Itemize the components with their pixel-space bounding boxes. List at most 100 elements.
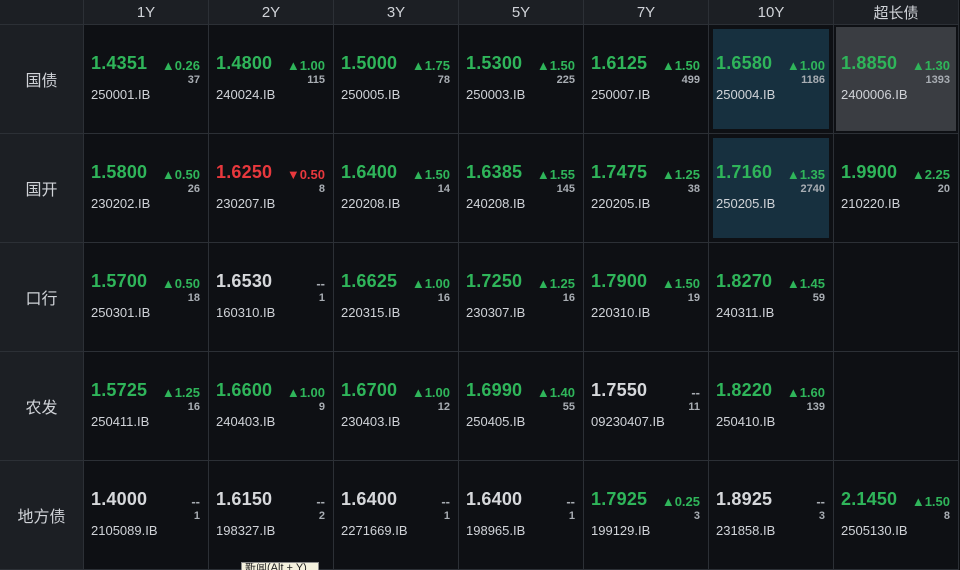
column-header-2y[interactable]: 2Y (209, 0, 334, 25)
quote-cell[interactable]: 1.5700 ▲0.50 18 250301.IB (84, 243, 209, 352)
quote-cell[interactable]: 1.7160 ▲1.35 2740 250205.IB (709, 134, 834, 243)
yield-rate: 1.7900 (591, 271, 648, 291)
yield-rate: 1.6400 (341, 489, 398, 509)
trade-count: 145 (556, 183, 575, 195)
quote-cell[interactable]: 1.8925 -- 3 231858.IB (709, 461, 834, 570)
bond-code: 250410.IB (716, 414, 776, 429)
quote-cell[interactable]: 1.6150 -- 2 198327.IB (209, 461, 334, 570)
quote-cell[interactable]: 1.6400 -- 1 198965.IB (459, 461, 584, 570)
tooltip: 新闻(Alt + Y) (241, 562, 319, 570)
row-header[interactable]: 农发 (0, 352, 84, 461)
quote-cell[interactable]: 1.6125 ▲1.50 499 250007.IB (584, 25, 709, 134)
column-header-7y[interactable]: 7Y (584, 0, 709, 25)
yield-change: ▲0.26 (161, 58, 200, 73)
yield-rate: 1.6625 (341, 271, 398, 291)
quote-cell[interactable]: 1.6625 ▲1.00 16 220315.IB (334, 243, 459, 352)
yield-rate: 1.6580 (716, 53, 773, 73)
column-header-3y[interactable]: 3Y (334, 0, 459, 25)
quote-cell[interactable]: 1.4800 ▲1.00 115 240024.IB (209, 25, 334, 134)
yield-change: ▲1.75 (411, 58, 450, 73)
yield-rate: 1.6250 (216, 162, 273, 182)
yield-change: ▲1.00 (786, 58, 825, 73)
quote-cell[interactable]: 1.7475 ▲1.25 38 220205.IB (584, 134, 709, 243)
bond-code: 230202.IB (91, 196, 151, 211)
quote-cell[interactable]: 1.8850 ▲1.30 1393 2400006.IB (834, 25, 959, 134)
yield-change: ▲1.00 (286, 385, 325, 400)
bond-code: 250411.IB (91, 414, 150, 429)
quote-cell[interactable]: 1.6250 ▼0.50 8 230207.IB (209, 134, 334, 243)
bond-code: 2105089.IB (91, 523, 158, 538)
yield-change: ▲1.25 (661, 167, 700, 182)
yield-change: ▲1.30 (911, 58, 950, 73)
quote-cell[interactable]: 1.4351 ▲0.26 37 250001.IB (84, 25, 209, 134)
bond-code: 2400006.IB (841, 87, 908, 102)
yield-change: ▲0.50 (161, 276, 200, 291)
yield-change: ▲1.00 (411, 276, 450, 291)
yield-change: ▲1.25 (536, 276, 575, 291)
yield-change: -- (316, 494, 325, 509)
quote-cell[interactable]: 1.8220 ▲1.60 139 250410.IB (709, 352, 834, 461)
bond-code: 2505130.IB (841, 523, 908, 538)
quote-cell[interactable]: 1.7900 ▲1.50 19 220310.IB (584, 243, 709, 352)
quote-cell[interactable]: 1.6600 ▲1.00 9 240403.IB (209, 352, 334, 461)
yield-change: ▲2.25 (911, 167, 950, 182)
trade-count: 37 (187, 74, 200, 86)
bond-code: 160310.IB (216, 305, 276, 320)
column-header-5y[interactable]: 5Y (459, 0, 584, 25)
yield-change: -- (316, 276, 325, 291)
quote-cell[interactable]: 1.5000 ▲1.75 78 250005.IB (334, 25, 459, 134)
yield-rate: 1.7160 (716, 162, 773, 182)
yield-rate: 1.5300 (466, 53, 523, 73)
yield-change: -- (441, 494, 450, 509)
bond-code: 210220.IB (841, 196, 901, 211)
quote-cell[interactable]: 1.6400 -- 1 2271669.IB (334, 461, 459, 570)
column-header-1y[interactable]: 1Y (84, 0, 209, 25)
yield-change: ▲1.45 (786, 276, 825, 291)
quote-cell[interactable]: 1.5800 ▲0.50 26 230202.IB (84, 134, 209, 243)
quote-cell[interactable]: 1.6990 ▲1.40 55 250405.IB (459, 352, 584, 461)
row-header[interactable]: 国债 (0, 25, 84, 134)
yield-change: ▲1.60 (786, 385, 825, 400)
yield-rate: 2.1450 (841, 489, 898, 509)
quote-cell[interactable]: 1.8270 ▲1.45 59 240311.IB (709, 243, 834, 352)
quote-cell[interactable]: 1.7250 ▲1.25 16 230307.IB (459, 243, 584, 352)
yield-rate: 1.7475 (591, 162, 648, 182)
quote-cell[interactable]: 1.5300 ▲1.50 225 250003.IB (459, 25, 584, 134)
column-header-ultra-long[interactable]: 超长债 (834, 0, 959, 25)
trade-count: 38 (687, 183, 700, 195)
bond-code: 250004.IB (716, 87, 776, 102)
trade-count: 1 (568, 510, 575, 522)
bond-code: 2271669.IB (341, 523, 408, 538)
bond-code: 250005.IB (341, 87, 401, 102)
trade-count: 1 (318, 292, 325, 304)
row-header[interactable]: 地方债 (0, 461, 84, 570)
quote-cell[interactable]: 1.9900 ▲2.25 20 210220.IB (834, 134, 959, 243)
yield-change: ▲1.25 (161, 385, 200, 400)
yield-rate: 1.6530 (216, 271, 273, 291)
yield-rate: 1.4000 (91, 489, 148, 509)
bond-code: 230207.IB (216, 196, 276, 211)
trade-count: 1393 (925, 74, 950, 86)
quote-cell[interactable]: 1.6580 ▲1.00 1186 250004.IB (709, 25, 834, 134)
yield-change: -- (191, 494, 200, 509)
trade-count: 16 (562, 292, 575, 304)
row-header[interactable]: 口行 (0, 243, 84, 352)
quote-cell[interactable]: 1.4000 -- 1 2105089.IB (84, 461, 209, 570)
row-header[interactable]: 国开 (0, 134, 84, 243)
quote-cell[interactable]: 1.6700 ▲1.00 12 230403.IB (334, 352, 459, 461)
column-header-10y[interactable]: 10Y (709, 0, 834, 25)
quote-cell[interactable]: 1.6530 -- 1 160310.IB (209, 243, 334, 352)
yield-rate: 1.4351 (91, 53, 148, 73)
trade-count: 115 (307, 74, 325, 86)
bond-code: 220208.IB (341, 196, 401, 211)
quote-cell[interactable]: 1.7550 -- 11 09230407.IB (584, 352, 709, 461)
quote-cell[interactable]: 1.6385 ▲1.55 145 240208.IB (459, 134, 584, 243)
quote-cell[interactable]: 1.5725 ▲1.25 16 250411.IB (84, 352, 209, 461)
quote-cell[interactable]: 1.7925 ▲0.25 3 199129.IB (584, 461, 709, 570)
bond-code: 220205.IB (591, 196, 651, 211)
bond-code: 230403.IB (341, 414, 401, 429)
quote-cell[interactable]: 1.6400 ▲1.50 14 220208.IB (334, 134, 459, 243)
bond-quote-grid: 1Y 2Y 3Y 5Y 7Y 10Y 超长债 国债 1.4351 ▲0.26 37 25… (0, 0, 960, 570)
quote-cell[interactable]: 2.1450 ▲1.50 8 2505130.IB (834, 461, 959, 570)
bond-code: 240024.IB (216, 87, 276, 102)
